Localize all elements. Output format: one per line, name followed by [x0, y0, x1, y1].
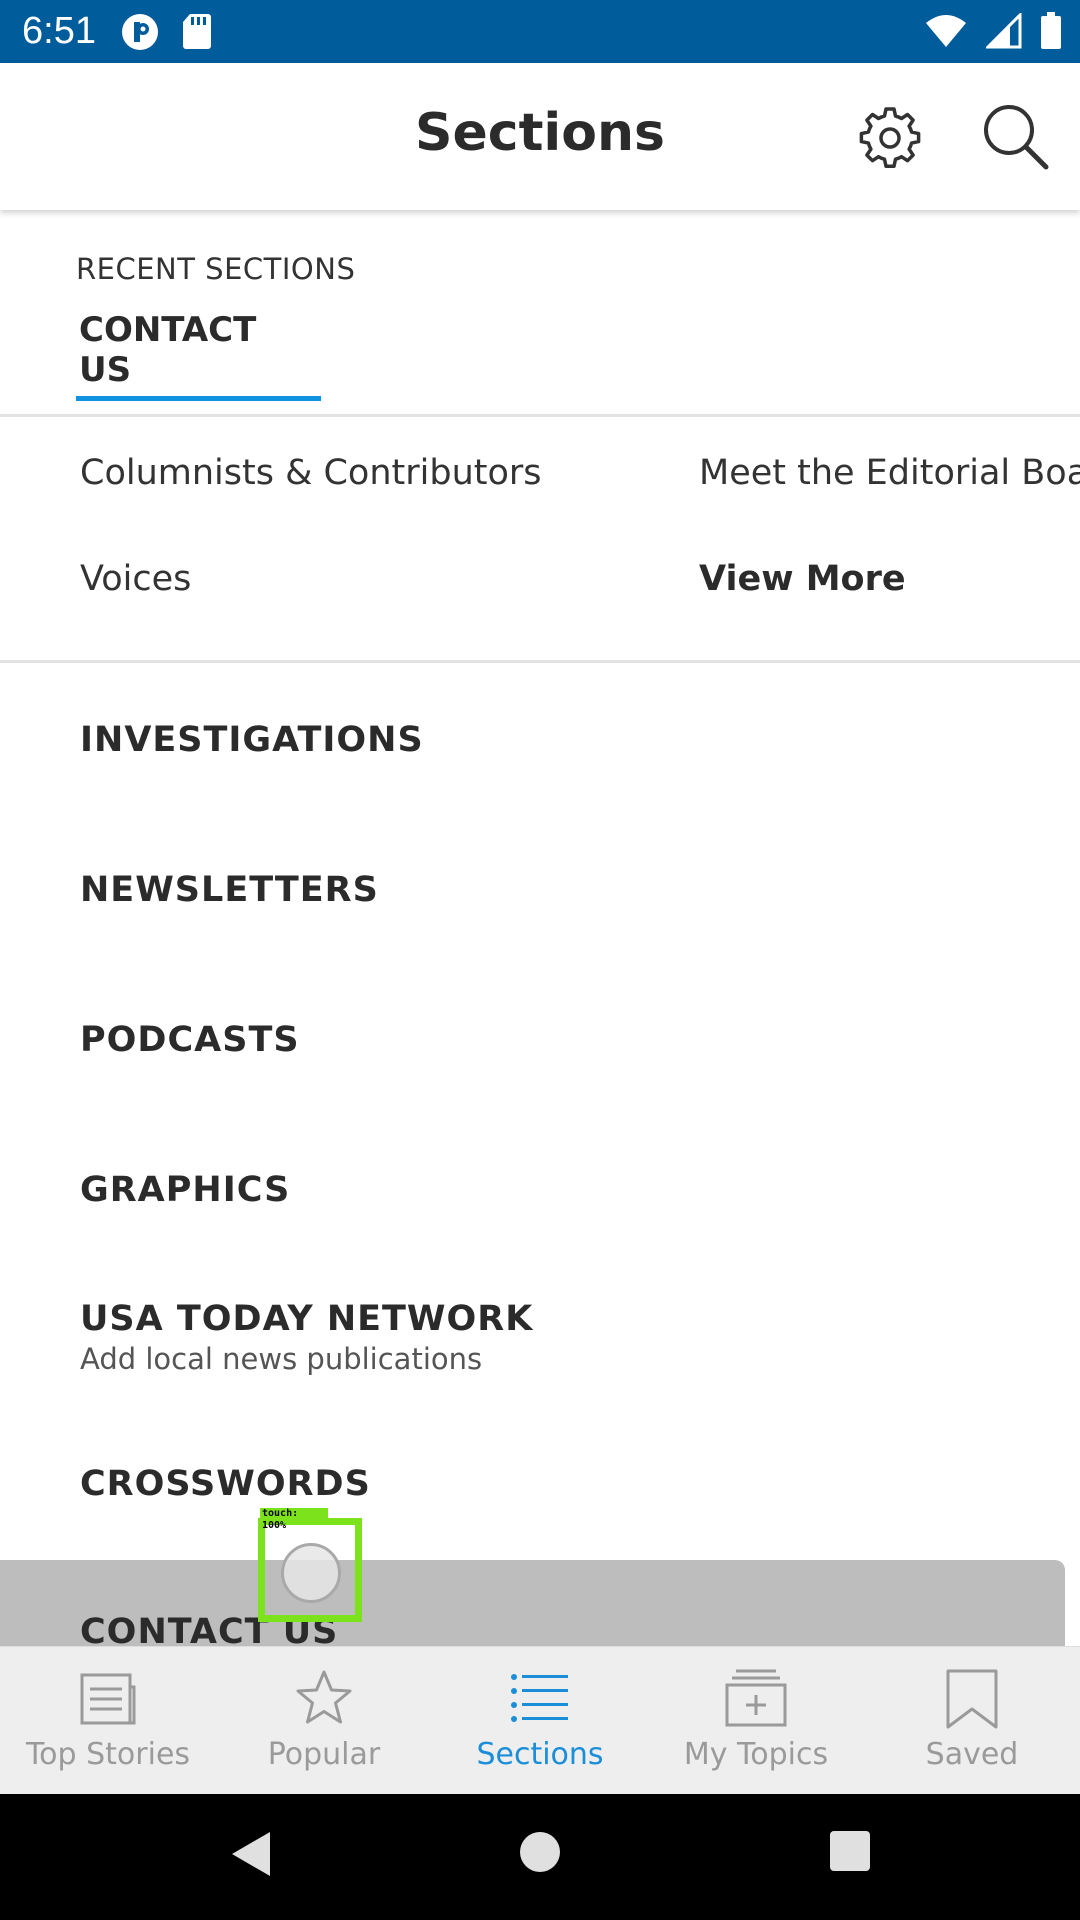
- tab-my-topics[interactable]: My Topics: [648, 1647, 864, 1795]
- subsection-link[interactable]: Meet the Editorial Boa: [699, 453, 1080, 493]
- wifi-icon: [926, 15, 966, 47]
- tab-label: Saved: [925, 1737, 1019, 1772]
- system-nav-bar: [0, 1794, 1080, 1920]
- recent-sections: RECENT SECTIONS CONTACT US: [0, 210, 1080, 417]
- app-header: Sections: [0, 63, 1080, 210]
- tab-saved[interactable]: Saved: [864, 1647, 1080, 1795]
- star-icon: [296, 1670, 352, 1724]
- section-item-graphics[interactable]: GRAPHICS: [80, 1170, 290, 1210]
- tab-label: Sections: [476, 1737, 604, 1772]
- p-icon: [122, 14, 158, 50]
- status-right-icons: [924, 12, 1062, 50]
- section-row-contact-us[interactable]: CONTACT US: [0, 1560, 1065, 1646]
- recent-section-chip[interactable]: CONTACT US: [76, 310, 321, 401]
- status-bar: 6:51: [0, 0, 1080, 63]
- sd-card-icon: [183, 14, 211, 49]
- bookmark-icon: [946, 1669, 998, 1729]
- section-item-podcasts[interactable]: PODCASTS: [80, 1020, 300, 1060]
- signal-icon: [986, 13, 1022, 49]
- section-item-sublabel: Add local news publications: [80, 1342, 483, 1376]
- tab-label: My Topics: [683, 1737, 829, 1772]
- tab-label: Popular: [267, 1737, 381, 1772]
- subsection-grid: Columnists & Contributors Meet the Edito…: [0, 420, 1080, 663]
- tab-popular[interactable]: Popular: [216, 1647, 432, 1795]
- touch-indicator-label: touch: 100%: [260, 1508, 328, 1531]
- tab-label: Top Stories: [25, 1737, 191, 1772]
- recent-apps-icon[interactable]: [830, 1831, 870, 1871]
- bottom-tab-bar: Top Stories Popular Sections My Topics S…: [0, 1646, 1080, 1794]
- gear-icon: [859, 107, 921, 168]
- section-item-investigations[interactable]: INVESTIGATIONS: [80, 720, 424, 760]
- subsection-link[interactable]: Voices: [80, 559, 191, 599]
- add-topic-icon: [725, 1669, 787, 1727]
- section-item-newsletters[interactable]: NEWSLETTERS: [80, 870, 379, 910]
- subsection-link[interactable]: Columnists & Contributors: [80, 453, 542, 493]
- touch-indicator-box: [258, 1518, 362, 1622]
- newspaper-icon: [80, 1673, 136, 1725]
- section-item-usa-today-network[interactable]: USA TODAY NETWORK: [80, 1299, 533, 1339]
- tab-top-stories[interactable]: Top Stories: [0, 1647, 216, 1795]
- settings-button[interactable]: [855, 103, 925, 173]
- list-icon: [511, 1674, 568, 1722]
- status-left-icons: [120, 12, 212, 52]
- recent-sections-label: RECENT SECTIONS: [76, 252, 356, 286]
- view-more-link[interactable]: View More: [699, 559, 906, 599]
- status-time: 6:51: [22, 10, 96, 52]
- home-icon[interactable]: [520, 1832, 560, 1872]
- battery-icon: [1041, 12, 1061, 49]
- tab-sections[interactable]: Sections: [432, 1647, 648, 1795]
- search-icon: [984, 105, 1049, 170]
- section-item-crosswords[interactable]: CROSSWORDS: [80, 1464, 371, 1504]
- back-icon[interactable]: [228, 1829, 274, 1879]
- search-button[interactable]: [980, 101, 1052, 173]
